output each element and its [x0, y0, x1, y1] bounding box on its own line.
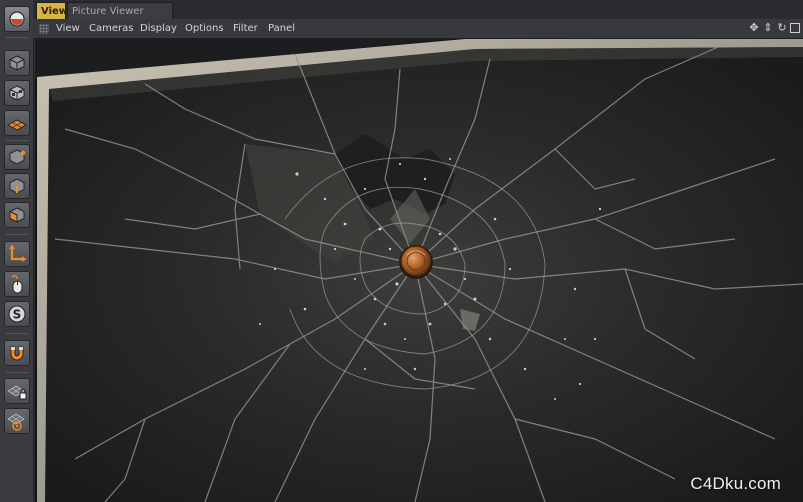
edges-mode-icon[interactable] — [4, 173, 30, 199]
menu-panel[interactable]: Panel — [268, 19, 295, 38]
menu-display[interactable]: Display — [140, 19, 177, 38]
workplane-mode-icon[interactable] — [4, 110, 30, 136]
toggle-layout-icon[interactable] — [790, 23, 800, 33]
snapping-icon[interactable] — [4, 340, 30, 366]
menu-cameras[interactable]: Cameras — [89, 19, 133, 38]
dolly-view-icon[interactable]: ⇕ — [762, 22, 774, 34]
tweak-mode-icon[interactable] — [4, 271, 30, 297]
viewport-menubar: View Cameras Display Options Filter Pane… — [33, 19, 803, 39]
menu-view[interactable]: View — [56, 19, 80, 38]
polygons-mode-icon[interactable] — [4, 202, 30, 228]
svg-text:S: S — [13, 308, 22, 322]
move-view-icon[interactable]: ✥ — [748, 22, 760, 34]
planar-workplane-icon[interactable] — [4, 408, 30, 434]
menu-options[interactable]: Options — [185, 19, 224, 38]
tab-view[interactable]: View — [36, 2, 68, 19]
tab-picture-viewer[interactable]: Picture Viewer — [67, 2, 173, 19]
texture-mode-icon[interactable] — [4, 80, 30, 106]
grip-handle-icon[interactable] — [39, 24, 49, 34]
watermark-text: C4Dku.com — [690, 474, 781, 493]
menu-filter[interactable]: Filter — [233, 19, 258, 38]
undo-view-icon[interactable] — [4, 6, 30, 32]
shattered-glass-render — [35, 39, 803, 502]
model-mode-icon[interactable] — [4, 50, 30, 76]
points-mode-icon[interactable] — [4, 144, 30, 170]
3d-viewport[interactable]: C4Dku.com — [35, 39, 803, 502]
soft-selection-icon[interactable]: S — [4, 301, 30, 327]
enable-axis-icon[interactable] — [4, 241, 30, 267]
left-toolbar: S — [0, 0, 34, 502]
tab-row: View Picture Viewer — [33, 0, 803, 20]
rotate-view-icon[interactable]: ↻ — [776, 22, 788, 34]
locked-workplane-icon[interactable] — [4, 378, 30, 404]
